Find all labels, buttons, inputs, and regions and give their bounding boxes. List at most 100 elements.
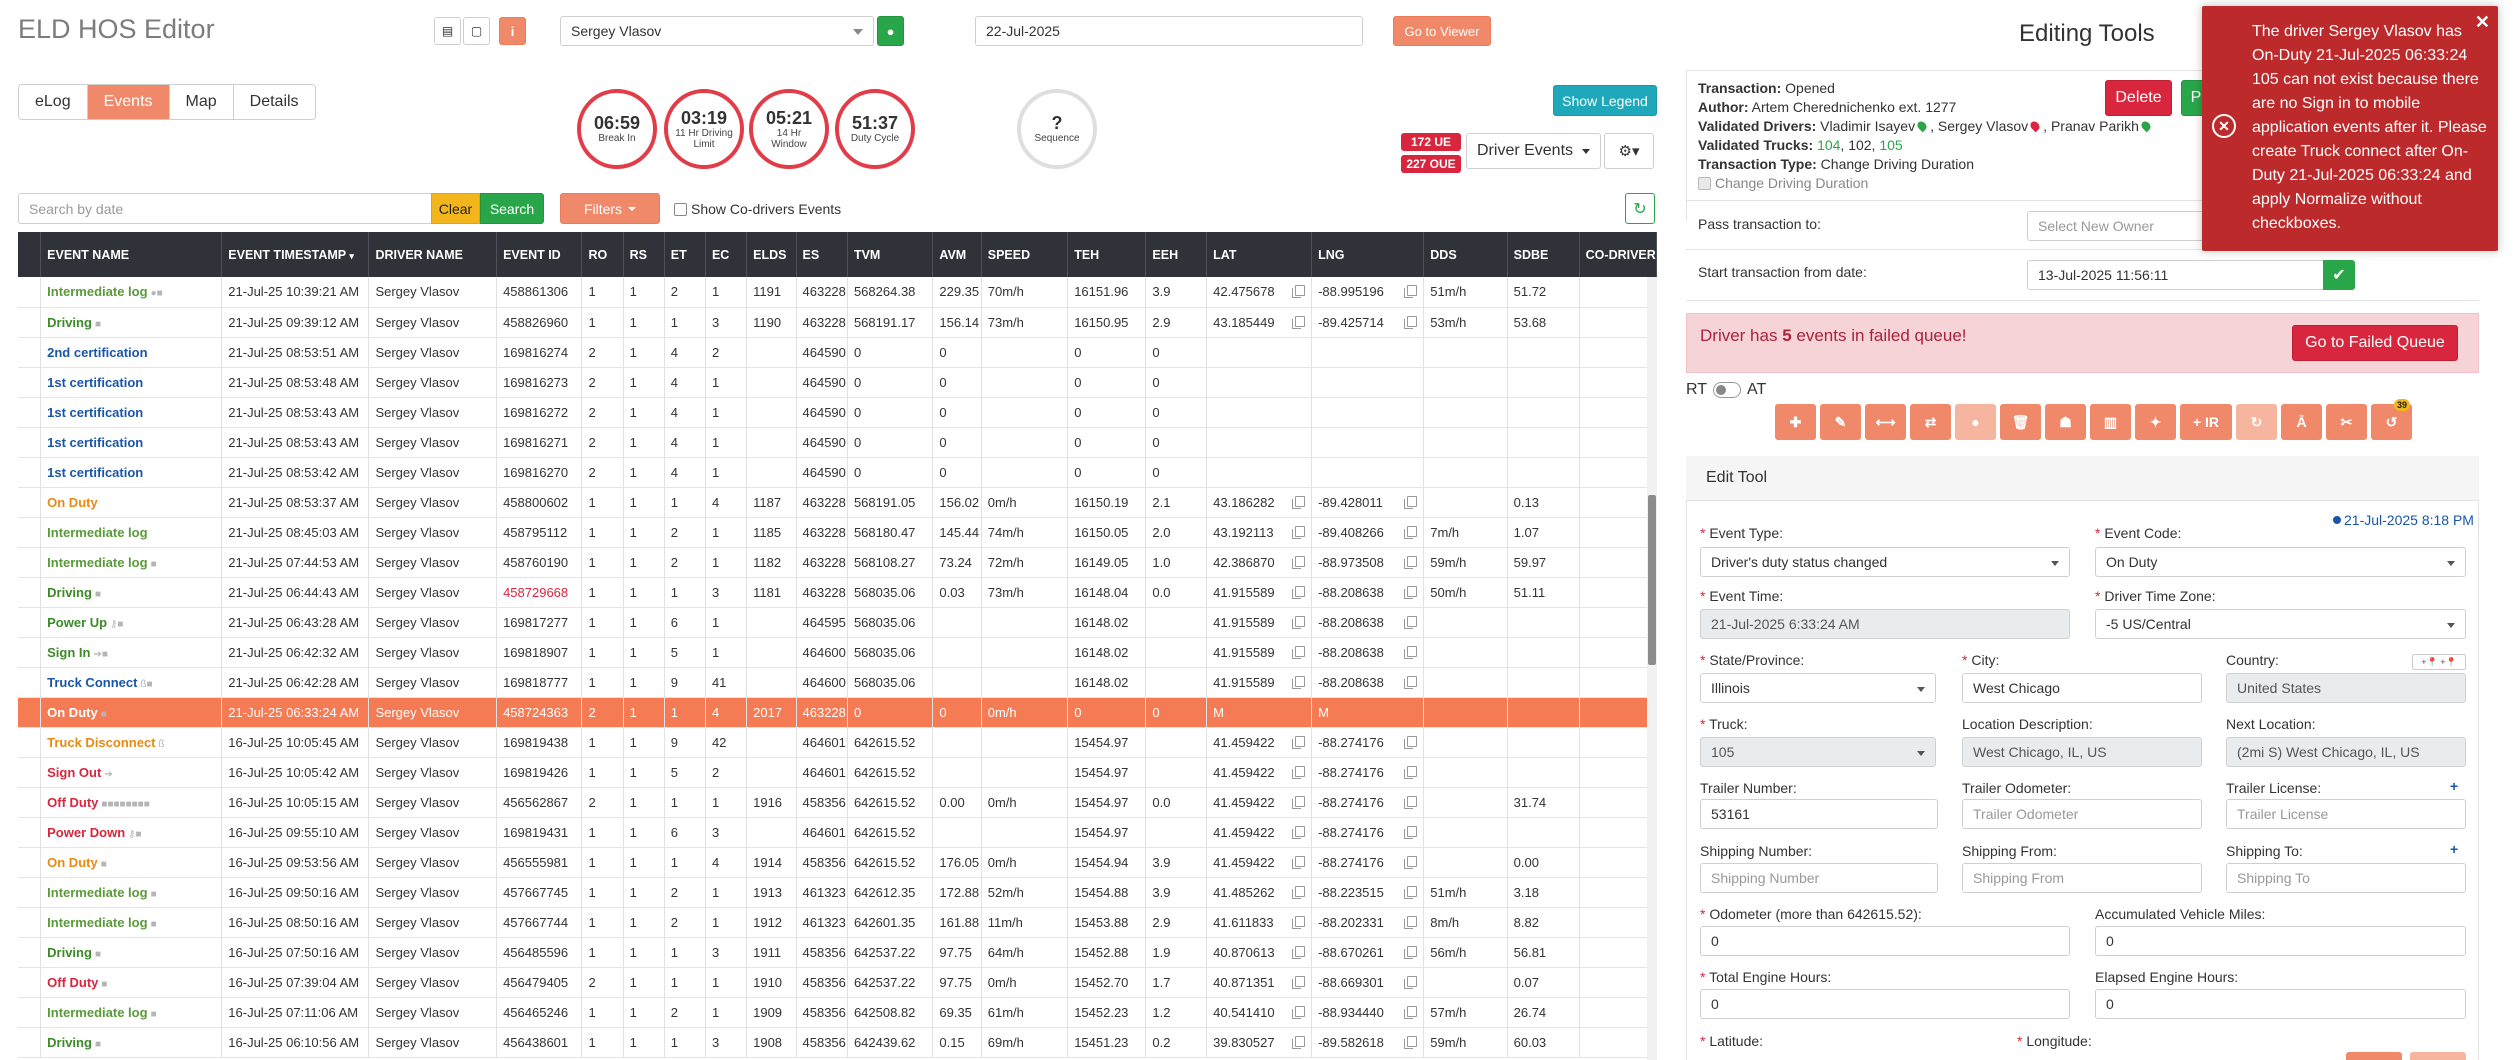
search-input[interactable]: Search by date (18, 193, 431, 224)
row-select-cell[interactable] (18, 787, 42, 818)
start-date-input[interactable]: 13-Jul-2025 11:56:11 (2027, 260, 2325, 290)
location-description-input[interactable]: West Chicago, IL, US (1962, 737, 2202, 767)
event-code-select[interactable]: On Duty (2095, 547, 2466, 577)
users-tool-button[interactable]: ☗ (2045, 404, 2086, 440)
copy-icon[interactable] (1404, 915, 1418, 929)
add-shipping-icon[interactable]: + (2450, 841, 2458, 857)
copy-icon[interactable] (1292, 555, 1306, 569)
copy-icon[interactable] (1292, 675, 1306, 689)
table-row[interactable]: 2nd certification 21-Jul-25 08:53:51 AM Se… (18, 337, 1657, 368)
copy-icon[interactable] (1404, 555, 1418, 569)
delete-transaction-button[interactable]: Delete (2105, 80, 2172, 116)
add-ir-tool-button[interactable]: + IR (2180, 404, 2232, 440)
row-select-cell[interactable] (18, 727, 42, 758)
event-name-cell[interactable]: Sign Out ➔ (40, 757, 223, 788)
row-select-cell[interactable] (18, 907, 42, 938)
row-select-cell[interactable] (18, 487, 42, 518)
table-row[interactable]: Truck Disconnect ß 16-Jul-25 10:05:45 AM Se… (18, 727, 1657, 758)
copy-icon[interactable] (1292, 1035, 1306, 1049)
column-header[interactable]: EC (705, 232, 748, 277)
shipping-from-input[interactable]: Shipping From (1962, 863, 2202, 893)
copy-icon[interactable] (1404, 825, 1418, 839)
column-header[interactable]: DRIVER NAME (368, 232, 498, 277)
table-row[interactable]: 1st certification 21-Jul-25 08:53:42 AM Se… (18, 457, 1657, 488)
copy-icon[interactable] (1292, 585, 1306, 599)
copy-icon[interactable] (1292, 945, 1306, 959)
event-name[interactable]: 1st certification (47, 405, 143, 420)
table-row[interactable]: Intermediate log ■ 21-Jul-25 07:44:53 AM Se… (18, 547, 1657, 578)
column-header[interactable]: DDS (1423, 232, 1508, 277)
event-name-cell[interactable]: Power Down ⚷■ (40, 817, 223, 848)
event-name[interactable]: 1st certification (47, 465, 143, 480)
event-name[interactable]: Intermediate log (47, 525, 147, 540)
user-tool-button[interactable]: ● (1955, 404, 1996, 440)
column-header[interactable]: ES (796, 232, 848, 277)
table-row[interactable]: Intermediate log ■ 16-Jul-25 07:11:06 AM Se… (18, 997, 1657, 1028)
settings-dropdown[interactable]: ⚙▾ (1604, 133, 1654, 169)
scissors-tool-button[interactable]: ✂ (2326, 404, 2367, 440)
event-name[interactable]: Intermediate log (47, 284, 147, 299)
event-name[interactable]: On Duty (47, 705, 98, 720)
event-name-cell[interactable]: Intermediate log ■ (40, 877, 223, 908)
truck-select[interactable]: 105 (1700, 737, 1936, 767)
checkbox-icon[interactable] (1698, 176, 1711, 190)
location-pin-icons[interactable]: +📍 +📍 (2412, 654, 2466, 670)
event-name-cell[interactable]: On Duty (40, 487, 223, 518)
copy-icon[interactable] (1404, 765, 1418, 779)
event-name[interactable]: Power Up (47, 615, 107, 630)
event-name-cell[interactable]: 1st certification (40, 427, 223, 458)
shipping-to-input[interactable]: Shipping To (2226, 863, 2466, 893)
event-name[interactable]: Off Duty (47, 795, 98, 810)
confirm-start-date-button[interactable]: ✔ (2323, 260, 2355, 290)
event-name[interactable]: Sign Out (47, 765, 101, 780)
copy-icon[interactable] (1404, 945, 1418, 959)
event-name[interactable]: Truck Disconnect (47, 735, 155, 750)
table-row[interactable]: Sign Out ➔ 16-Jul-25 10:05:42 AM Sergey Vla… (18, 757, 1657, 788)
table-row[interactable]: Driving ■ 21-Jul-25 09:39:12 AM Sergey Vlas… (18, 307, 1657, 338)
table-row[interactable]: Driving ■ 21-Jul-25 06:44:43 AM Sergey Vlas… (18, 577, 1657, 608)
copy-icon[interactable] (1292, 315, 1306, 329)
event-name-cell[interactable]: 2nd certification (40, 337, 223, 368)
copy-icon[interactable] (1292, 795, 1306, 809)
event-type-select[interactable]: Driver's duty status changed (1700, 547, 2070, 577)
exchange-tool-button[interactable]: ⇄ (1910, 404, 1951, 440)
checkbox-icon[interactable] (674, 202, 687, 216)
event-name[interactable]: Intermediate log (47, 885, 147, 900)
city-input[interactable]: West Chicago (1962, 673, 2202, 703)
table-row[interactable]: Intermediate log ■ 16-Jul-25 09:50:16 AM Se… (18, 877, 1657, 908)
copy-icon[interactable] (1292, 855, 1306, 869)
event-name-cell[interactable]: On Duty ■ (40, 697, 223, 728)
column-header[interactable]: ET (664, 232, 706, 277)
copy-icon[interactable] (1292, 885, 1306, 899)
event-name[interactable]: On Duty (47, 855, 98, 870)
column-header[interactable]: CO-DRIVER (1579, 232, 1657, 277)
copy-icon[interactable] (1292, 735, 1306, 749)
column-header[interactable]: SDBE (1507, 232, 1580, 277)
rt-at-toggle[interactable]: RT AT (1686, 381, 1766, 399)
table-row[interactable]: 1st certification 21-Jul-25 08:53:43 AM Se… (18, 427, 1657, 458)
column-header-sorted[interactable]: EVENT TIMESTAMP ▾ (221, 232, 370, 277)
location-action-button[interactable] (2346, 1052, 2402, 1060)
event-name-cell[interactable]: 1st certification (40, 397, 223, 428)
row-select-cell[interactable] (18, 967, 42, 998)
row-select-cell[interactable] (18, 547, 42, 578)
tab-map[interactable]: Map (169, 85, 234, 119)
column-header[interactable]: EVENT ID (496, 232, 583, 277)
event-name-cell[interactable]: Driving ■ (40, 937, 223, 968)
timezone-select[interactable]: -5 US/Central (2095, 609, 2466, 639)
event-name[interactable]: Driving (47, 585, 92, 600)
row-select-cell[interactable] (18, 937, 42, 968)
row-select-cell[interactable] (18, 847, 42, 878)
event-name-cell[interactable]: Intermediate log ■ (40, 907, 223, 938)
table-row[interactable]: 1st certification 21-Jul-25 08:53:43 AM Se… (18, 397, 1657, 428)
event-name-cell[interactable]: Intermediate log ■ (40, 997, 223, 1028)
copy-icon[interactable] (1292, 645, 1306, 659)
columns-tool-button[interactable]: ▥ (2090, 404, 2131, 440)
event-name-cell[interactable]: 1st certification (40, 457, 223, 488)
event-time-input[interactable]: 21-Jul-2025 6:33:24 AM (1700, 609, 2070, 639)
copy-icon[interactable] (1292, 915, 1306, 929)
show-codrivers-checkbox[interactable]: Show Co-drivers Events (674, 201, 841, 217)
trailer-number-input[interactable]: 53161 (1700, 799, 1938, 829)
text-height-tool-button[interactable]: Ā (2281, 404, 2322, 440)
table-row[interactable]: Driving ■ 16-Jul-25 07:50:16 AM Sergey Vlas… (18, 937, 1657, 968)
